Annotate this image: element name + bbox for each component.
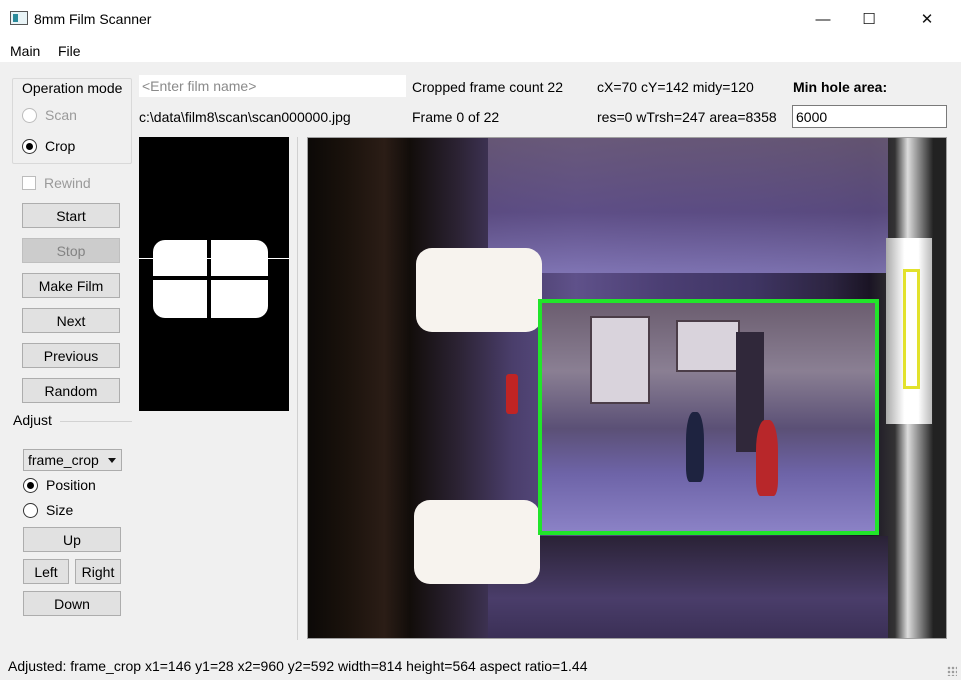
app-icon bbox=[10, 11, 28, 25]
stop-button[interactable]: Stop bbox=[22, 238, 120, 263]
cropped-frame-count: Cropped frame count 22 bbox=[412, 79, 563, 95]
maximize-button[interactable]: ☐ bbox=[846, 0, 892, 38]
adjust-divider bbox=[60, 421, 132, 422]
min-hole-area-input[interactable] bbox=[792, 105, 947, 128]
random-button[interactable]: Random bbox=[22, 378, 120, 403]
radio-crop[interactable]: Crop bbox=[22, 138, 75, 154]
center-info: cX=70 cY=142 midy=120 bbox=[597, 79, 754, 95]
scan-line bbox=[139, 258, 289, 259]
next-button[interactable]: Next bbox=[22, 308, 120, 333]
window-title: 8mm Film Scanner bbox=[34, 11, 152, 27]
rewind-label: Rewind bbox=[44, 175, 91, 191]
adjust-target-value: frame_crop bbox=[28, 452, 99, 468]
down-button[interactable]: Down bbox=[23, 591, 121, 616]
mask-horizontal-line bbox=[153, 276, 268, 280]
rewind-checkbox-box[interactable] bbox=[22, 176, 36, 190]
radio-scan-label: Scan bbox=[45, 107, 77, 123]
radio-position-label: Position bbox=[46, 477, 96, 493]
status-text: Adjusted: frame_crop x1=146 y1=28 x2=960… bbox=[8, 658, 588, 674]
hole-detect-box[interactable] bbox=[903, 269, 920, 389]
menu-main[interactable]: Main bbox=[10, 43, 40, 59]
radio-scan-indicator[interactable] bbox=[22, 107, 37, 123]
chevron-down-icon bbox=[108, 458, 116, 463]
threshold-preview bbox=[139, 137, 289, 411]
adjust-target-dropdown[interactable]: frame_crop bbox=[23, 449, 122, 471]
resize-grip-icon[interactable] bbox=[947, 666, 957, 676]
radio-position[interactable]: Position bbox=[23, 477, 96, 493]
radio-position-indicator[interactable] bbox=[23, 477, 38, 493]
radio-size[interactable]: Size bbox=[23, 502, 73, 518]
radio-scan[interactable]: Scan bbox=[22, 107, 77, 123]
title-bar: 8mm Film Scanner — ☐ ✕ bbox=[0, 0, 961, 38]
radio-size-label: Size bbox=[46, 502, 74, 518]
scan-image-view bbox=[307, 137, 947, 639]
menu-bar: Main File bbox=[0, 40, 961, 62]
min-hole-area-label: Min hole area: bbox=[793, 79, 888, 95]
previous-button[interactable]: Previous bbox=[22, 343, 120, 368]
radio-crop-indicator[interactable] bbox=[22, 138, 37, 154]
start-button[interactable]: Start bbox=[22, 203, 120, 228]
adjust-title: Adjust bbox=[13, 412, 52, 428]
next-frame-region bbox=[488, 536, 888, 638]
file-path: c:\data\film8\scan\scan000000.jpg bbox=[139, 109, 351, 125]
radio-crop-label: Crop bbox=[45, 138, 76, 154]
sprocket-hole-bottom bbox=[414, 500, 540, 584]
minimize-button[interactable]: — bbox=[800, 0, 846, 38]
menu-file[interactable]: File bbox=[58, 43, 81, 59]
right-button[interactable]: Right bbox=[75, 559, 121, 584]
left-button[interactable]: Left bbox=[23, 559, 69, 584]
sprocket-hole-top bbox=[416, 248, 542, 332]
threshold-info: res=0 wTrsh=247 area=8358 bbox=[597, 109, 777, 125]
up-button[interactable]: Up bbox=[23, 527, 121, 552]
make-film-button[interactable]: Make Film bbox=[22, 273, 120, 298]
rewind-checkbox[interactable]: Rewind bbox=[22, 175, 91, 191]
film-name-input[interactable] bbox=[139, 75, 406, 97]
red-marker bbox=[506, 374, 518, 414]
operation-mode-title: Operation mode bbox=[20, 80, 125, 96]
previous-frame-region bbox=[488, 138, 888, 273]
close-button[interactable]: ✕ bbox=[904, 0, 950, 38]
splitter[interactable] bbox=[297, 137, 298, 640]
frame-position: Frame 0 of 22 bbox=[412, 109, 500, 125]
radio-size-indicator[interactable] bbox=[23, 502, 38, 518]
frame-crop-box[interactable] bbox=[538, 299, 879, 535]
status-bar: Adjusted: frame_crop x1=146 y1=28 x2=960… bbox=[0, 652, 961, 680]
